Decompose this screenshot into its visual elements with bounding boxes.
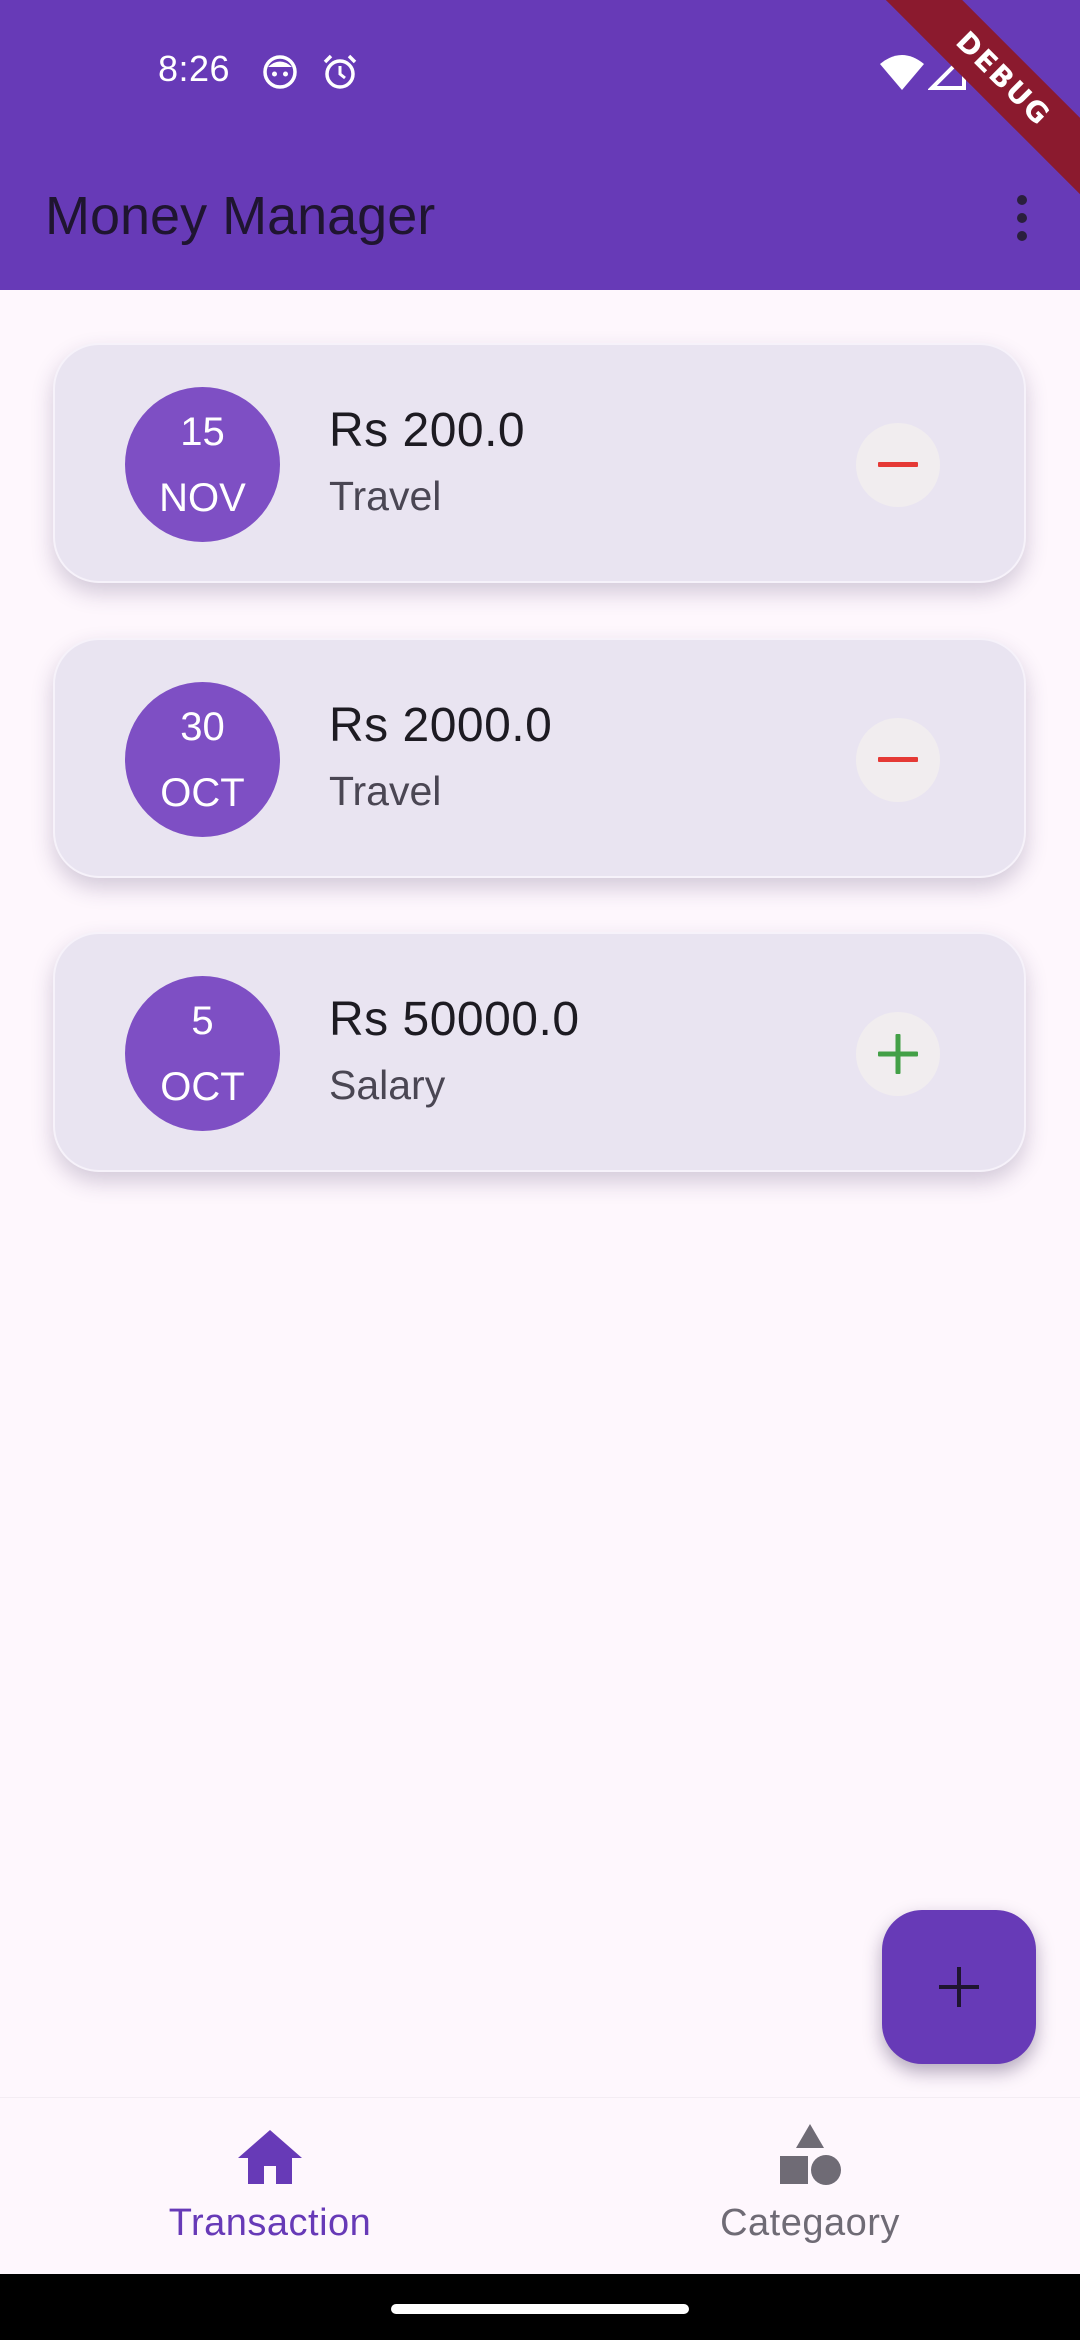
- nav-label: Categaory: [720, 2202, 900, 2244]
- minus-icon: [856, 718, 940, 802]
- bottom-nav: Transaction Categaory: [0, 2098, 1080, 2274]
- transaction-amount: Rs 200.0: [329, 404, 526, 457]
- date-avatar: 15 NOV: [125, 387, 280, 542]
- wifi-icon: [878, 52, 926, 92]
- status-time: 8:26: [158, 48, 231, 89]
- transaction-amount: Rs 50000.0: [329, 993, 580, 1046]
- app-bar: Money Manager: [0, 145, 1080, 290]
- date-day: 30: [180, 704, 225, 749]
- gesture-bar: [0, 2274, 1080, 2340]
- transaction-card[interactable]: 30 OCT Rs 2000.0 Travel: [53, 638, 1026, 878]
- app-title: Money Manager: [45, 186, 436, 246]
- transaction-card[interactable]: 15 NOV Rs 200.0 Travel: [53, 343, 1026, 583]
- transaction-amount: Rs 2000.0: [329, 699, 553, 752]
- add-transaction-button[interactable]: [882, 1910, 1036, 2064]
- transaction-category: Salary: [329, 1062, 446, 1108]
- category-icon: [780, 2124, 841, 2185]
- date-avatar: 30 OCT: [125, 682, 280, 837]
- transaction-category: Travel: [329, 473, 442, 519]
- date-month: OCT: [160, 770, 245, 815]
- gesture-handle[interactable]: [391, 2304, 689, 2314]
- minus-icon: [856, 423, 940, 507]
- nav-item-transaction[interactable]: Transaction: [0, 2098, 540, 2274]
- transaction-card[interactable]: 5 OCT Rs 50000.0 Salary: [53, 932, 1026, 1172]
- date-day: 5: [191, 998, 214, 1043]
- date-day: 15: [180, 409, 225, 454]
- alarm-icon: [320, 52, 360, 92]
- date-avatar: 5 OCT: [125, 976, 280, 1131]
- add-icon: [939, 1967, 979, 2007]
- date-month: OCT: [160, 1064, 245, 1109]
- face-icon: [260, 52, 300, 92]
- transaction-category: Travel: [329, 768, 442, 814]
- plus-icon: [856, 1012, 940, 1096]
- more-vert-icon[interactable]: [994, 183, 1050, 253]
- home-icon: [238, 2130, 302, 2184]
- nav-label: Transaction: [168, 2202, 372, 2244]
- date-month: NOV: [159, 475, 246, 520]
- nav-item-category[interactable]: Categaory: [540, 2098, 1080, 2274]
